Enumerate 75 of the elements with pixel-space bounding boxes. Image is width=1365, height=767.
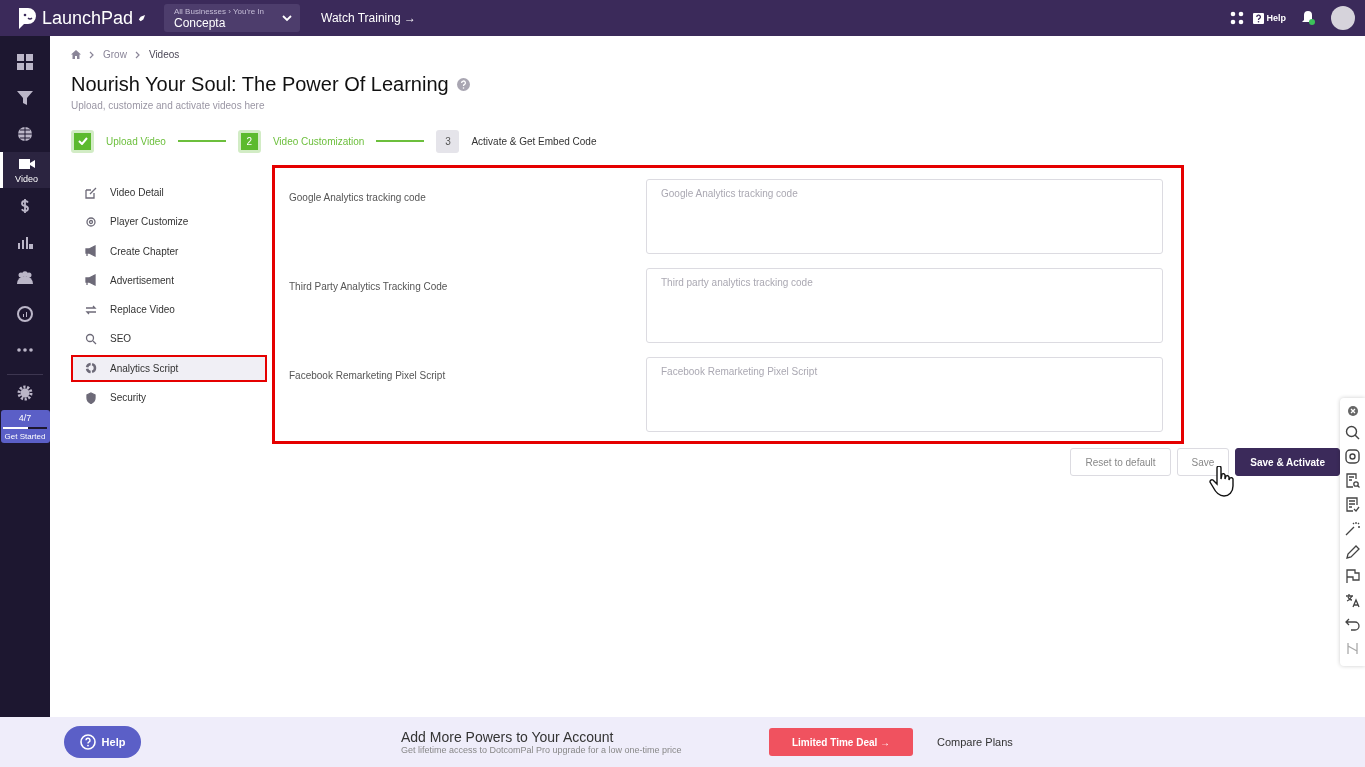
menu-item[interactable]: Video Detail [71,179,267,206]
apps-icon[interactable] [1230,11,1245,25]
action-button[interactable]: Save & Activate [1235,448,1340,476]
help-icon [79,734,96,750]
ring-icon [85,362,97,375]
step-number: 3 [436,129,460,153]
globe-icon [16,126,34,142]
logo-icon [16,6,38,30]
people-icon [16,270,34,286]
search-icon[interactable] [1345,425,1360,440]
menu-item[interactable]: Player Customize [71,208,267,236]
megaphone-icon [85,274,97,287]
brand-name: LaunchPad [42,7,134,29]
menu-item[interactable]: Create Chapter [71,237,267,265]
swap-icon [85,303,97,316]
menu-item[interactable]: Analytics Script [71,354,267,382]
field-label: Google Analytics tracking code [289,191,426,205]
business-switcher[interactable]: All Businesses › You're In Concepta [164,4,300,32]
script-input-field[interactable]: Third party analytics tracking code [646,268,1163,343]
undo-icon[interactable] [1345,617,1360,632]
menu-item[interactable]: Security [71,384,267,412]
script-input-field[interactable]: Facebook Remarketing Pixel Script [646,357,1163,432]
search-icon [85,333,97,345]
help-button[interactable]: Help [64,726,141,758]
action-button[interactable]: Reset to default [1070,448,1171,476]
page-title: Nourish Your Soul: The Power Of Learning [71,73,449,96]
check-icon [77,137,88,145]
step-label: Upload Video [106,135,166,147]
page-subtitle: Upload, customize and activate videos here [71,100,266,111]
close-icon[interactable] [1347,406,1358,416]
get-started-card[interactable]: 4/7 Get Started [0,410,50,443]
shield-icon [85,391,97,404]
script-input-field[interactable]: Google Analytics tracking code [646,179,1163,254]
megaphone-icon [85,245,97,258]
breadcrumb-link[interactable]: Videos [148,49,180,60]
gauge-icon [16,306,34,322]
action-button[interactable]: Save [1176,448,1230,476]
upgrade-headline: Add More Powers to Your Account [401,729,615,745]
step-number: 2 [237,129,261,153]
breadcrumb-link[interactable]: Grow [103,49,127,60]
translate-icon[interactable] [1345,593,1360,608]
home-icon[interactable] [71,50,81,59]
chevron-down-icon [282,14,292,22]
target-icon[interactable] [1345,449,1360,464]
chevron-right-icon [89,50,95,59]
step-label: Video Customization [272,135,365,147]
menu-item[interactable]: Replace Video [71,296,267,324]
compare-plans-link[interactable]: Compare Plans [937,736,1013,748]
avatar[interactable] [1331,6,1355,30]
field-label: Third Party Analytics Tracking Code [289,280,448,294]
funnel-icon [16,90,34,106]
hand-cursor-icon [1208,466,1234,500]
pencil-icon[interactable] [1345,545,1360,560]
settings-icon[interactable] [17,385,33,401]
get-started-label: Get Started [4,432,46,441]
watch-training-link[interactable]: Watch Training → [321,11,416,25]
field-label: Facebook Remarketing Pixel Script [289,369,446,383]
video-camera-icon [17,156,36,172]
edit-icon [85,186,97,199]
menu-item[interactable]: SEO [71,325,267,353]
upgrade-subline: Get lifetime access to DotcomPal Pro upgrade for a low one-time price [401,745,683,755]
menu-item[interactable]: Advertisement [71,266,267,294]
bell-icon[interactable] [1301,10,1315,26]
help-icon[interactable] [1253,12,1265,24]
step-label: Activate & Get Embed Code [471,135,597,147]
bar-chart-icon [16,234,34,250]
grid-icon [16,54,34,70]
checklist-icon[interactable] [1345,497,1360,512]
rail-item[interactable]: Video [0,152,50,188]
progress-count: 4/7 [18,413,32,423]
magic-wand-icon[interactable] [1345,521,1360,536]
flag-icon[interactable] [1345,569,1360,584]
document-search-icon[interactable] [1345,473,1360,488]
help-link[interactable]: Help [1266,13,1286,23]
chevron-right-icon [134,50,141,59]
